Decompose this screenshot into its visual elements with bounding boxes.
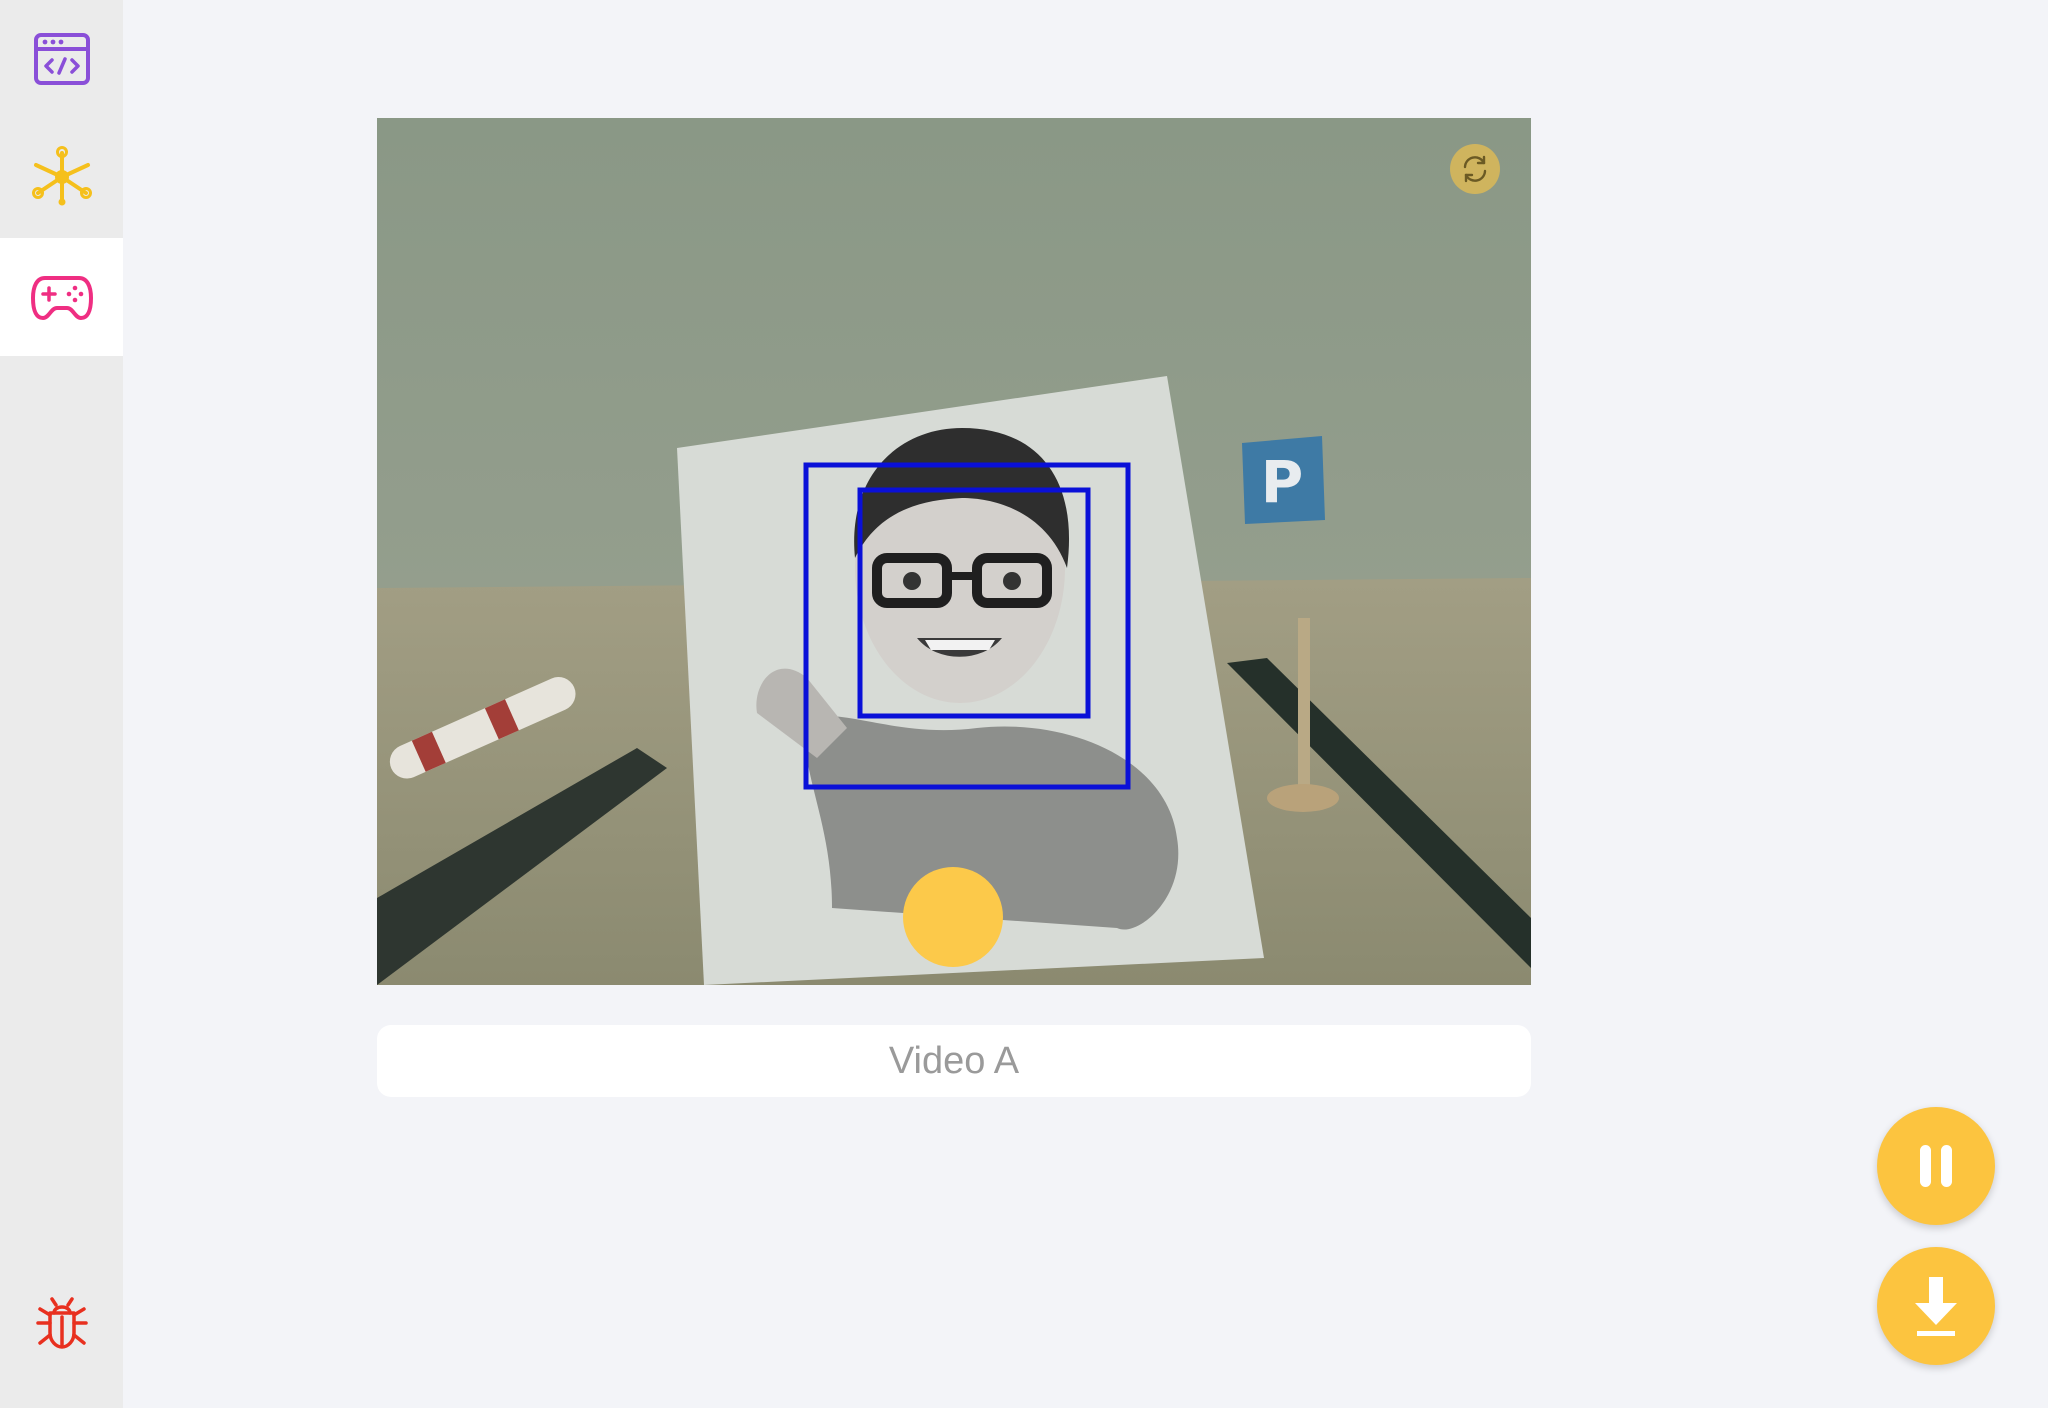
- capture-button[interactable]: [903, 867, 1003, 967]
- video-caption: Video A: [377, 1025, 1531, 1097]
- sidebar-item-code[interactable]: [0, 0, 123, 118]
- sidebar: [0, 0, 123, 1408]
- sidebar-item-gamepad[interactable]: [0, 238, 123, 356]
- parking-sign-letter: P: [1261, 448, 1304, 516]
- pause-icon: [1920, 1145, 1952, 1187]
- bug-icon: [35, 1297, 88, 1349]
- video-feed: P: [377, 118, 1531, 985]
- network-nodes-icon: [31, 146, 92, 206]
- code-window-icon: [33, 33, 90, 85]
- sidebar-item-network[interactable]: [0, 118, 123, 236]
- switch-camera-icon: [1463, 155, 1487, 183]
- camera-frame: P: [377, 118, 1531, 985]
- switch-camera-button[interactable]: [1450, 144, 1500, 194]
- gamepad-icon: [30, 276, 93, 320]
- download-icon: [1915, 1277, 1957, 1336]
- pause-button[interactable]: [1877, 1107, 1995, 1225]
- sidebar-item-debug[interactable]: [0, 1264, 123, 1382]
- download-button[interactable]: [1877, 1247, 1995, 1365]
